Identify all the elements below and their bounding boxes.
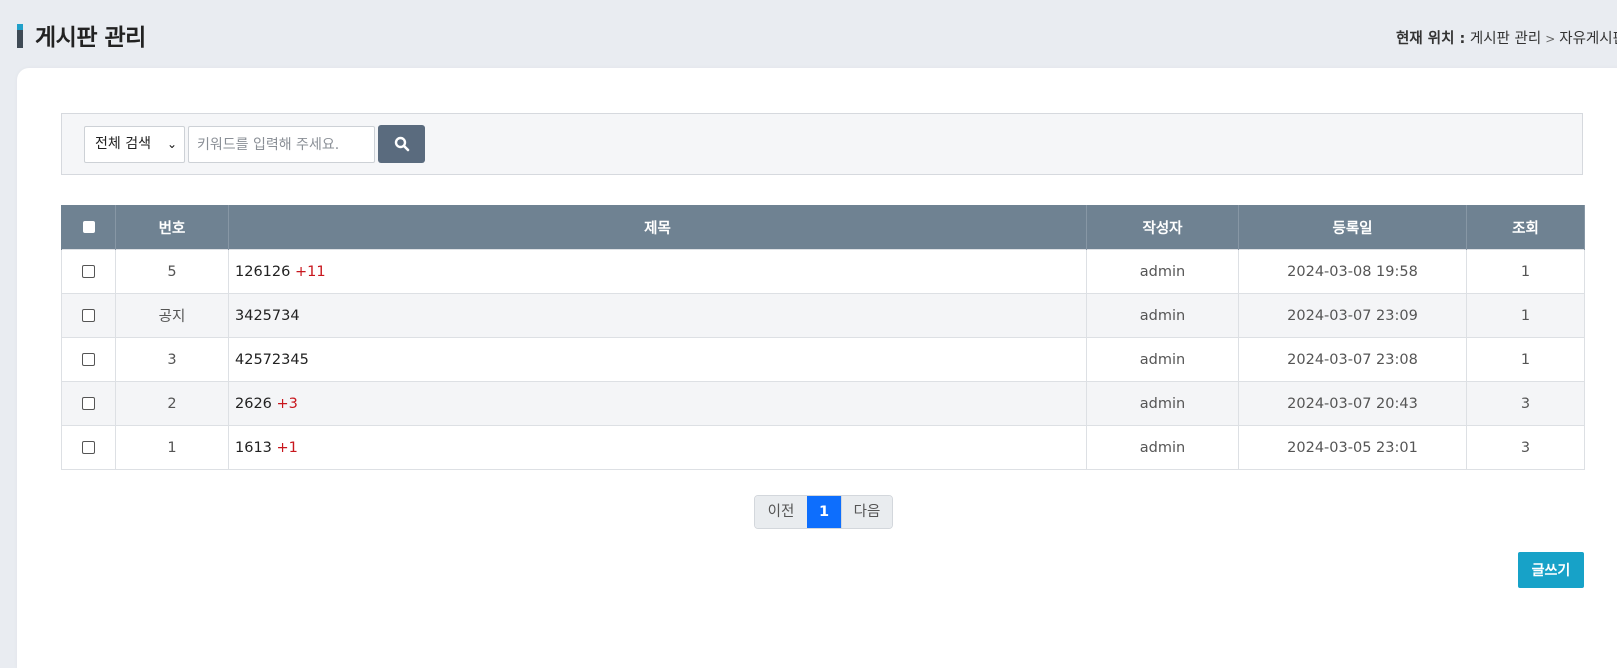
- post-title-link[interactable]: 126126: [235, 264, 290, 280]
- row-checkbox[interactable]: [82, 309, 95, 322]
- row-author: admin: [1086, 249, 1239, 294]
- page-number-current[interactable]: 1: [807, 496, 841, 528]
- column-header-date[interactable]: 등록일: [1238, 205, 1467, 250]
- row-subject-cell: 126126 +11: [228, 249, 1087, 294]
- breadcrumb-label: 현재 위치 :: [1396, 31, 1466, 47]
- row-number: 3: [115, 337, 229, 382]
- column-header-author[interactable]: 작성자: [1086, 205, 1239, 250]
- pagination: 이전 1 다음: [754, 495, 893, 529]
- row-subject-cell: 42572345: [228, 337, 1087, 382]
- row-checkbox[interactable]: [82, 441, 95, 454]
- row-views: 3: [1466, 425, 1585, 470]
- row-number: 2: [115, 381, 229, 426]
- row-views: 1: [1466, 293, 1585, 338]
- post-title-link[interactable]: 3425734: [235, 308, 300, 324]
- search-icon: [394, 136, 409, 152]
- row-checkbox-cell: [61, 337, 116, 382]
- row-number: 공지: [115, 293, 229, 338]
- breadcrumb-item-free-board[interactable]: 자유게시판: [1559, 31, 1617, 47]
- comment-count: +1: [276, 439, 298, 456]
- row-author: admin: [1086, 425, 1239, 470]
- row-date: 2024-03-05 23:01: [1238, 425, 1467, 470]
- row-checkbox-cell: [61, 249, 116, 294]
- row-checkbox-cell: [61, 381, 116, 426]
- row-checkbox[interactable]: [82, 265, 95, 278]
- table-row: 1 1613 +1 admin 2024-03-05 23:01 3: [61, 425, 1585, 470]
- row-date: 2024-03-07 23:09: [1238, 293, 1467, 338]
- search-button[interactable]: [378, 125, 425, 163]
- chevron-right-icon: >: [1545, 32, 1556, 46]
- table-header-row: 번호 제목 작성자 등록일 조회: [61, 205, 1585, 250]
- next-page-button[interactable]: 다음: [841, 496, 892, 528]
- row-checkbox-cell: [61, 425, 116, 470]
- row-checkbox[interactable]: [82, 397, 95, 410]
- comment-count: +3: [276, 395, 298, 412]
- page-header: 게시판 관리 현재 위치 : 게시판 관리 >자유게시판: [0, 0, 1617, 68]
- table-row: 3 42572345 admin 2024-03-07 23:08 1: [61, 337, 1585, 382]
- column-header-number[interactable]: 번호: [115, 205, 229, 250]
- table-row: 5 126126 +11 admin 2024-03-08 19:58 1: [61, 249, 1585, 294]
- column-header-views[interactable]: 조회: [1466, 205, 1585, 250]
- post-title-link[interactable]: 1613: [235, 440, 272, 456]
- breadcrumb: 현재 위치 : 게시판 관리 >자유게시판: [1396, 27, 1617, 48]
- row-number: 1: [115, 425, 229, 470]
- select-all-cell: [61, 205, 116, 250]
- comment-count: +11: [294, 263, 326, 280]
- row-author: admin: [1086, 293, 1239, 338]
- row-checkbox-cell: [61, 293, 116, 338]
- search-scope-select[interactable]: 전체 검색 ⌄: [84, 126, 185, 163]
- board-table: 번호 제목 작성자 등록일 조회 5 126126 +11 admin 2024…: [61, 205, 1585, 470]
- row-number: 5: [115, 249, 229, 294]
- row-subject-cell: 3425734: [228, 293, 1087, 338]
- row-author: admin: [1086, 337, 1239, 382]
- row-author: admin: [1086, 381, 1239, 426]
- row-date: 2024-03-07 23:08: [1238, 337, 1467, 382]
- row-views: 1: [1466, 337, 1585, 382]
- search-input[interactable]: [188, 126, 375, 163]
- post-title-link[interactable]: 2626: [235, 396, 272, 412]
- write-post-button[interactable]: 글쓰기: [1518, 552, 1584, 588]
- page-title: 게시판 관리: [35, 25, 146, 51]
- row-checkbox[interactable]: [82, 353, 95, 366]
- row-views: 1: [1466, 249, 1585, 294]
- table-row: 공지 3425734 admin 2024-03-07 23:09 1: [61, 293, 1585, 338]
- row-subject-cell: 2626 +3: [228, 381, 1087, 426]
- title-accent-bar: [17, 24, 23, 48]
- table-row: 2 2626 +3 admin 2024-03-07 20:43 3: [61, 381, 1585, 426]
- breadcrumb-item-board-management[interactable]: 게시판 관리: [1470, 31, 1541, 47]
- chevron-down-icon: ⌄: [166, 137, 177, 151]
- row-date: 2024-03-08 19:58: [1238, 249, 1467, 294]
- row-date: 2024-03-07 20:43: [1238, 381, 1467, 426]
- column-header-subject[interactable]: 제목: [228, 205, 1087, 250]
- post-title-link[interactable]: 42572345: [235, 352, 309, 368]
- prev-page-button[interactable]: 이전: [755, 496, 807, 528]
- row-subject-cell: 1613 +1: [228, 425, 1087, 470]
- row-views: 3: [1466, 381, 1585, 426]
- select-all-checkbox[interactable]: [82, 221, 95, 233]
- search-scope-value: 전체 검색: [95, 136, 151, 152]
